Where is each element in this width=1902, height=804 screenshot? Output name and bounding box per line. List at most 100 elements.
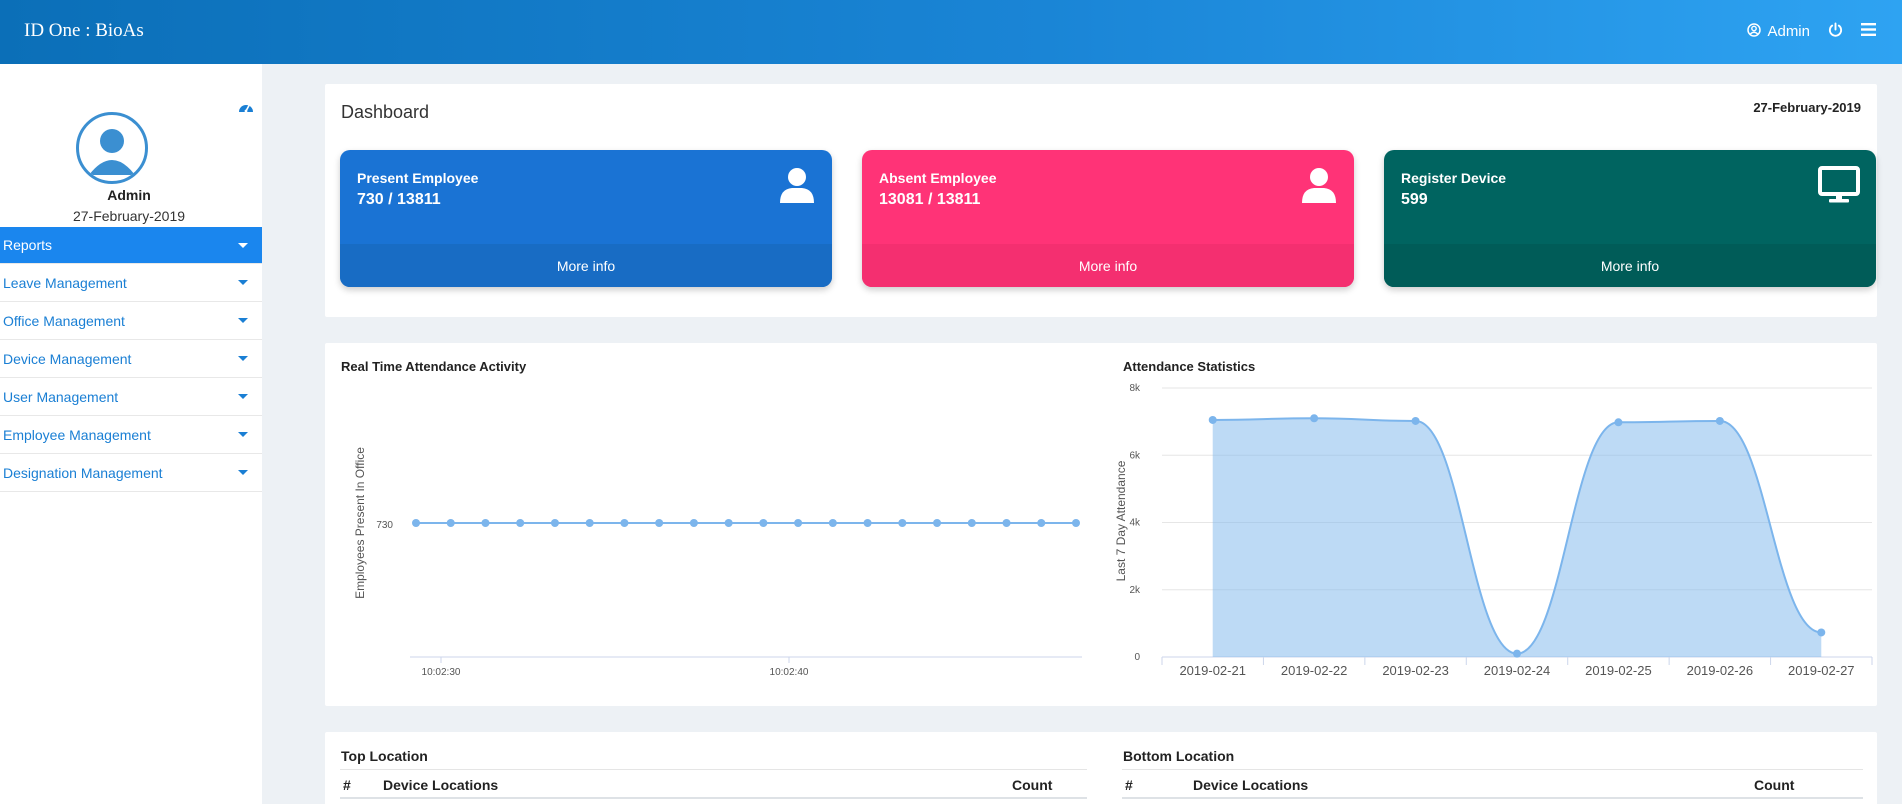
card-value: 13081 / 13811 <box>879 191 981 208</box>
x-tick-label: 2019-02-27 <box>1788 663 1855 678</box>
sidebar-item-label: User Management <box>3 388 119 405</box>
y-tick-label: 6k <box>1129 450 1141 461</box>
sidebar-item-label: Device Management <box>3 350 132 367</box>
dashboard-date: 27-February-2019 <box>1753 100 1861 115</box>
data-point <box>724 519 733 527</box>
sidebar-item-device-management[interactable]: Device Management <box>0 340 262 378</box>
x-tick-label: 2019-02-24 <box>1484 663 1551 678</box>
page-title: Dashboard <box>341 102 430 122</box>
caret-down-icon <box>238 470 248 475</box>
power-icon[interactable] <box>1828 22 1843 41</box>
app-title[interactable]: ID One : BioAs <box>24 20 144 42</box>
sidebar-item-label: Designation Management <box>3 464 163 481</box>
data-point <box>689 519 698 527</box>
data-point <box>863 519 872 527</box>
sidebar-item-employee-management[interactable]: Employee Management <box>0 416 262 454</box>
data-point <box>1072 519 1080 527</box>
attendance-statistics-chart: Last 7 Day Attendance 0 2k 4k 6k 8k 2019-02-2… <box>1114 383 1873 678</box>
hamburger-menu-icon[interactable] <box>1861 23 1876 40</box>
x-tick-label: 2019-02-25 <box>1585 663 1652 678</box>
data-point <box>1002 519 1011 527</box>
x-tick-label: 2019-02-22 <box>1281 663 1348 678</box>
top-navbar: ID One : BioAs Admin <box>0 0 1902 64</box>
y-tick-label: 2k <box>1129 585 1141 596</box>
sidebar-item-user-management[interactable]: User Management <box>0 378 262 416</box>
sidebar-menu: Reports Leave Management Office Manageme… <box>0 227 262 492</box>
y-axis-title: Employees Present In Office <box>353 447 367 599</box>
caret-down-icon <box>238 432 248 437</box>
sidebar-item-label: Employee Management <box>3 426 151 443</box>
column-header: # <box>343 777 351 793</box>
data-point <box>1614 418 1623 427</box>
x-tick-label: 10:02:30 <box>422 667 461 678</box>
sidebar-item-label: Leave Management <box>3 274 127 291</box>
sidebar-user-name: Admin <box>107 187 151 203</box>
data-point <box>794 519 803 527</box>
caret-down-icon <box>238 280 248 285</box>
x-tick-label: 2019-02-21 <box>1179 663 1246 678</box>
y-tick-label: 4k <box>1129 518 1141 529</box>
data-point <box>1715 416 1724 425</box>
caret-down-icon <box>238 318 248 323</box>
user-label: Admin <box>1767 23 1810 40</box>
data-point <box>828 519 837 527</box>
data-point <box>655 519 664 527</box>
bottom-location-title: Bottom Location <box>1123 748 1235 764</box>
data-point <box>516 519 525 527</box>
dashboard-gauge-icon[interactable] <box>238 100 254 118</box>
y-axis-title: Last 7 Day Attendance <box>1114 460 1128 581</box>
monitor-icon <box>1818 166 1860 209</box>
y-tick-label: 0 <box>1134 652 1140 663</box>
sidebar-item-office-management[interactable]: Office Management <box>0 302 262 340</box>
data-point <box>550 519 559 527</box>
card-value: 730 / 13811 <box>357 191 441 208</box>
data-point <box>412 519 420 527</box>
sidebar-item-designation-management[interactable]: Designation Management <box>0 454 262 492</box>
y-tick-label: 730 <box>376 520 393 531</box>
realtime-attendance-chart: Employees Present In Office 730 10:02:30… <box>353 447 1082 678</box>
y-tick-label: 8k <box>1129 383 1141 394</box>
device-more-info-link[interactable]: More info <box>1384 244 1876 287</box>
x-tick-label: 2019-02-23 <box>1382 663 1449 678</box>
sidebar-item-leave-management[interactable]: Leave Management <box>0 264 262 302</box>
user-icon <box>1300 166 1338 209</box>
absent-employee-card: Absent Employee 13081 / 13811 More info <box>862 150 1354 287</box>
user-menu[interactable]: Admin <box>1747 22 1810 41</box>
card-label: Absent Employee <box>879 170 997 186</box>
data-point <box>933 519 942 527</box>
x-tick-label: 2019-02-26 <box>1687 663 1754 678</box>
charts-panel: Real Time Attendance Activity Attendance… <box>325 343 1877 706</box>
top-location-table-header: # Device Locations Count <box>340 769 1087 799</box>
data-point <box>1037 519 1046 527</box>
data-point <box>967 519 976 527</box>
data-point <box>1208 415 1217 424</box>
caret-down-icon <box>238 242 248 248</box>
dashboard-panel: Dashboard 27-February-2019 Present Emplo… <box>325 84 1877 317</box>
top-location-title: Top Location <box>341 748 428 764</box>
user-icon <box>778 166 816 209</box>
caret-down-icon <box>238 394 248 399</box>
data-point <box>446 519 455 527</box>
absent-more-info-link[interactable]: More info <box>862 244 1354 287</box>
present-more-info-link[interactable]: More info <box>340 244 832 287</box>
card-value: 599 <box>1401 191 1428 208</box>
register-device-card: Register Device 599 More info <box>1384 150 1876 287</box>
data-point <box>620 519 629 527</box>
data-point <box>1310 414 1319 423</box>
sidebar-item-reports[interactable]: Reports <box>0 227 262 264</box>
data-point <box>585 519 594 527</box>
column-header: Count <box>1754 777 1795 793</box>
location-tables-panel: Top Location # Device Locations Count Bo… <box>325 732 1877 804</box>
caret-down-icon <box>238 356 248 361</box>
data-point <box>481 519 490 527</box>
card-label: Register Device <box>1401 170 1507 186</box>
sidebar-item-label: Reports <box>3 237 53 253</box>
column-header: # <box>1125 777 1133 793</box>
card-label: Present Employee <box>357 170 479 186</box>
column-header: Count <box>1012 777 1053 793</box>
column-header: Device Locations <box>1193 777 1309 793</box>
sidebar-item-label: Office Management <box>3 312 125 329</box>
navbar-actions: Admin <box>1747 22 1876 41</box>
x-tick-label: 10:02:40 <box>770 667 809 678</box>
sidebar-date: 27-February-2019 <box>72 208 186 224</box>
